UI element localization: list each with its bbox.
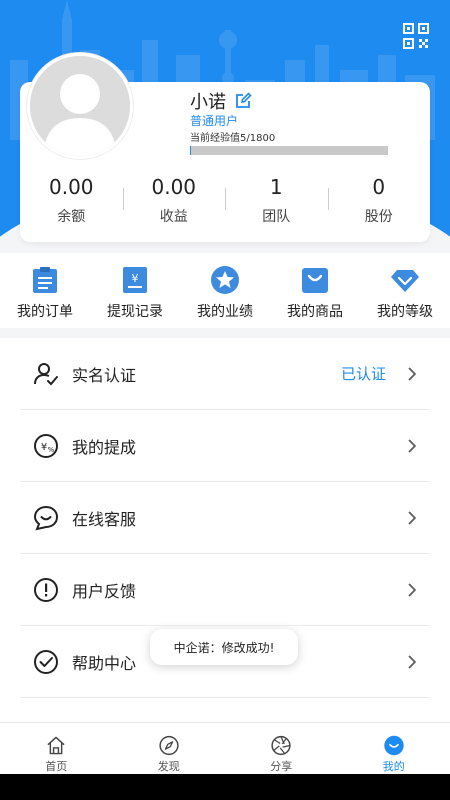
quick-nav-label: 我的订单 [17, 304, 73, 320]
chat-icon [33, 505, 59, 530]
chevron-right-icon [408, 438, 417, 453]
svg-text:¥: ¥ [132, 272, 139, 285]
compass-icon [159, 735, 179, 756]
system-navigation-bar [0, 774, 450, 800]
quick-nav-label: 我的业绩 [197, 304, 253, 320]
menu-item-label: 实名认证 [72, 365, 137, 385]
feedback-icon [34, 577, 58, 602]
quick-nav-label: 提现记录 [107, 304, 163, 320]
stat-value: 0 [372, 175, 386, 199]
stat-label: 收益 [159, 209, 188, 225]
tab-share[interactable]: 分享 [225, 723, 338, 774]
star-badge-icon [211, 266, 239, 294]
profile-icon [384, 735, 404, 756]
username: 小诺 [190, 92, 226, 113]
experience-progress-bar [190, 146, 388, 155]
tab-label: 分享 [270, 760, 293, 773]
user-verify-icon [34, 362, 58, 385]
menu-item-real-name[interactable]: 实名认证 已认证 [20, 338, 430, 410]
chevron-right-icon [408, 366, 417, 381]
tab-home[interactable]: 首页 [0, 723, 113, 774]
commission-icon: ¥ % [34, 433, 58, 458]
menu-item-label: 在线客服 [72, 509, 137, 529]
quick-nav-label: 我的商品 [287, 304, 343, 320]
stat-value: 0.00 [48, 175, 94, 199]
home-icon [47, 736, 65, 755]
stat-value: 0.00 [151, 175, 197, 199]
quick-nav-orders[interactable]: 我的订单 [0, 253, 90, 328]
chevron-right-icon [408, 582, 417, 597]
quick-nav: 我的订单 ¥ 提现记录 我的业绩 我的商品 我的等级 [0, 253, 450, 328]
experience-text: 当前经验值5/1800 [190, 133, 276, 144]
stat-shares[interactable]: 0 股份 [327, 170, 431, 240]
chevron-right-icon [408, 654, 417, 669]
stats-row: 0.00 余额 0.00 收益 1 团队 0 股份 [20, 170, 430, 240]
tab-profile[interactable]: 我的 [338, 723, 450, 774]
diamond-icon [391, 270, 419, 292]
stat-label: 余额 [57, 209, 86, 225]
stat-label: 团队 [262, 209, 291, 225]
svg-text:¥: ¥ [41, 442, 47, 453]
withdraw-icon: ¥ [123, 267, 147, 293]
stat-value: 1 [269, 175, 283, 199]
stat-team[interactable]: 1 团队 [225, 170, 328, 240]
order-icon [33, 267, 57, 293]
menu-item-customer-service[interactable]: 在线客服 [20, 482, 430, 554]
chevron-right-icon [408, 510, 417, 525]
quick-nav-performance[interactable]: 我的业绩 [180, 253, 270, 328]
tab-label: 首页 [45, 760, 68, 773]
tab-discover[interactable]: 发现 [113, 723, 226, 774]
stat-earnings[interactable]: 0.00 收益 [122, 170, 226, 240]
toast-message: 中企诺：修改成功! [150, 629, 298, 665]
quick-nav-level[interactable]: 我的等级 [360, 253, 450, 328]
default-avatar-icon [30, 56, 130, 156]
stat-balance[interactable]: 0.00 余额 [20, 170, 123, 240]
stat-label: 股份 [364, 209, 393, 225]
qr-code-icon[interactable] [402, 22, 430, 50]
tab-label: 发现 [157, 760, 180, 773]
menu-item-feedback[interactable]: 用户反馈 [20, 554, 430, 626]
shopping-bag-icon [302, 268, 328, 293]
help-icon [34, 649, 58, 674]
quick-nav-withdrawals[interactable]: ¥ 提现记录 [90, 253, 180, 328]
user-level: 普通用户 [190, 114, 239, 128]
aperture-icon [271, 735, 291, 756]
bottom-tab-bar: 首页 发现 分享 我的 [0, 722, 450, 774]
quick-nav-products[interactable]: 我的商品 [270, 253, 360, 328]
tab-label: 我的 [382, 760, 405, 773]
svg-text:%: % [48, 446, 55, 454]
menu-item-label: 用户反馈 [72, 581, 137, 601]
menu-item-label: 我的提成 [72, 437, 137, 457]
quick-nav-label: 我的等级 [377, 304, 433, 320]
experience-progress-fill [190, 146, 191, 155]
edit-icon[interactable] [234, 92, 252, 110]
verification-status: 已认证 [340, 365, 386, 383]
avatar[interactable] [27, 53, 133, 159]
menu-item-commission[interactable]: ¥ % 我的提成 [20, 410, 430, 482]
